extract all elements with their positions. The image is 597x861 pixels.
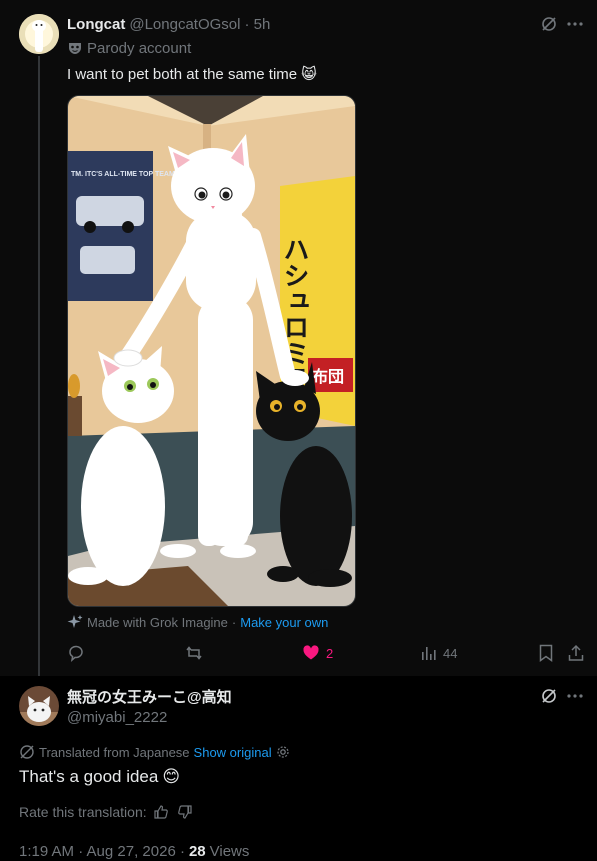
mask-icon <box>67 40 83 56</box>
miyabi-avatar[interactable] <box>19 686 59 726</box>
views-button[interactable]: 44 <box>419 643 457 663</box>
post-time[interactable]: · 5h <box>244 16 270 33</box>
grok-imagine-credit: Made with Grok Imagine <box>87 614 228 630</box>
post-timestamp[interactable]: 1:19 AM · Aug 27, 2026 · <box>19 843 185 860</box>
share-icon[interactable] <box>567 643 585 663</box>
repost-button[interactable] <box>185 643 209 663</box>
views-chart-icon <box>419 644 437 662</box>
like-count: 2 <box>326 645 334 661</box>
grok-icon[interactable] <box>540 15 558 33</box>
reply-name-row: 無冠の女王みーこ@高知 <box>67 686 232 706</box>
timestamp-row: 1:19 AM · Aug 27, 2026 · 28 Views <box>19 842 249 860</box>
tweet-image[interactable]: TM. ITC'S ALL-TIME TOP TEAM ハシュロミラ 布団 <box>67 95 356 607</box>
settings-gear-icon[interactable] <box>276 745 290 759</box>
parody-label: Parody account <box>87 39 192 57</box>
translated-label: Translated from Japanese <box>39 744 190 760</box>
reply-more-options-icon[interactable] <box>566 687 584 705</box>
translation-row: Translated from Japanese Show original <box>19 743 290 761</box>
rate-translation-label: Rate this translation: <box>19 804 147 820</box>
views-label: Views <box>209 842 250 860</box>
reply-icon <box>67 644 85 662</box>
tweet-text-body: I want to pet both at the same time <box>67 65 298 83</box>
heart-icon <box>302 644 320 662</box>
reply-text: That's a good idea 😊 <box>19 765 180 789</box>
banner-subtext: 布団 <box>312 367 344 386</box>
thumbs-up-icon[interactable] <box>153 804 169 820</box>
like-button[interactable]: 2 <box>302 643 333 663</box>
views-number: 28 <box>188 842 206 860</box>
bookmark-icon[interactable] <box>537 643 555 663</box>
make-your-own-link[interactable]: Make your own <box>240 615 328 630</box>
longcat-avatar[interactable] <box>19 14 59 54</box>
grinning-cat-emoji: 😸 <box>301 66 317 83</box>
poster-title: TM. ITC'S ALL-TIME TOP TEAM <box>71 171 175 178</box>
tweet-text: I want to pet both at the same time 😸 <box>67 64 317 84</box>
reply-text-body: That's a good idea <box>19 767 159 786</box>
credit-separator: · <box>231 614 237 630</box>
tweet-header: Longcat @LongcatOGsol · 5h <box>67 14 270 34</box>
smiling-face-emoji: 😊 <box>162 767 181 786</box>
more-options-icon[interactable] <box>566 15 584 33</box>
media-credit-row: Made with Grok Imagine · Make your own <box>67 613 328 631</box>
thread-connector-line <box>38 56 40 678</box>
display-name[interactable]: Longcat <box>67 16 125 33</box>
translate-icon <box>19 744 35 760</box>
rate-translation-row: Rate this translation: <box>19 803 193 821</box>
reply-user-handle[interactable]: @miyabi_2222 <box>67 709 167 726</box>
user-handle[interactable]: @LongcatOGsol <box>129 16 240 33</box>
reply-display-name[interactable]: 無冠の女王みーこ@高知 <box>67 686 232 707</box>
parody-label-row: Parody account <box>67 39 191 57</box>
repost-icon <box>185 644 203 662</box>
reply-grok-icon[interactable] <box>540 687 558 705</box>
views-count: 44 <box>443 645 458 661</box>
show-original-link[interactable]: Show original <box>194 745 272 760</box>
sparkle-icon <box>67 614 83 630</box>
reply-handle-row: @miyabi_2222 <box>67 707 167 727</box>
reply-button[interactable] <box>67 643 91 663</box>
thumbs-down-icon[interactable] <box>177 804 193 820</box>
